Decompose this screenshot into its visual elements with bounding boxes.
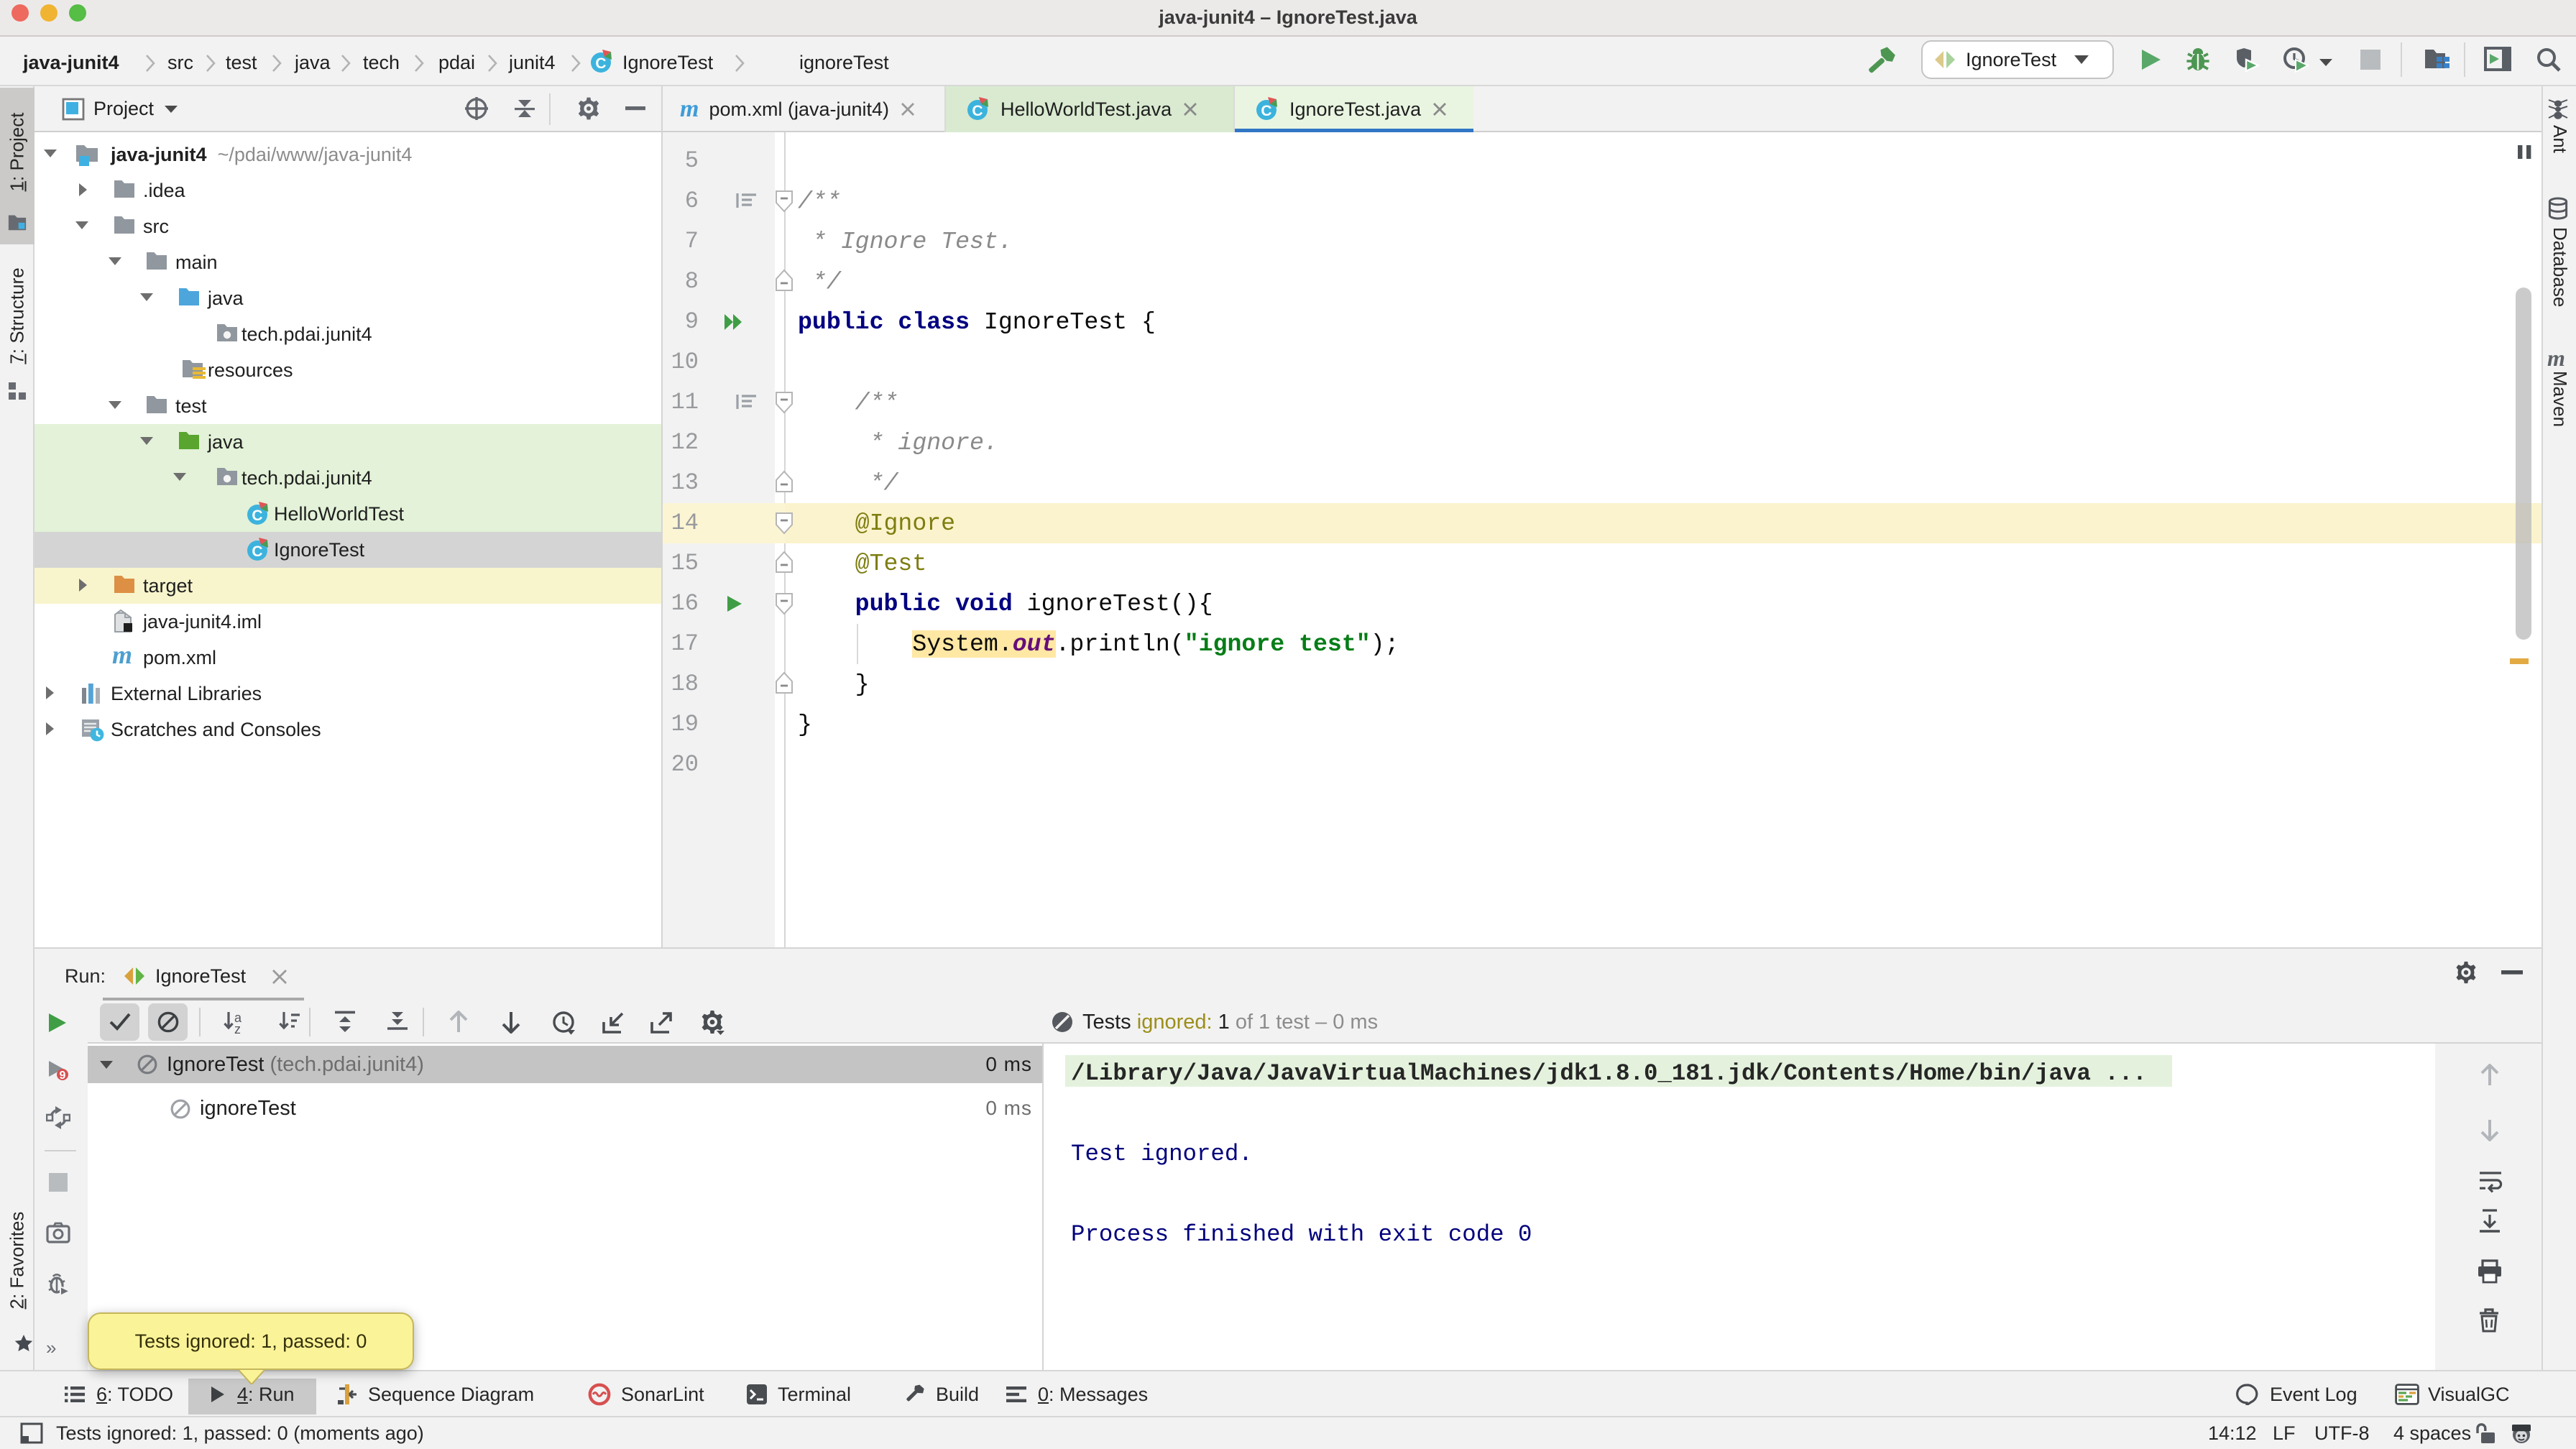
svg-text:z: z: [234, 1022, 241, 1034]
svg-text:9: 9: [60, 1070, 66, 1081]
svg-text:C: C: [595, 55, 606, 72]
svg-text:C: C: [252, 543, 262, 560]
svg-text:C: C: [252, 507, 262, 524]
svg-text:C: C: [972, 103, 983, 119]
svg-text:C: C: [1261, 103, 1271, 119]
